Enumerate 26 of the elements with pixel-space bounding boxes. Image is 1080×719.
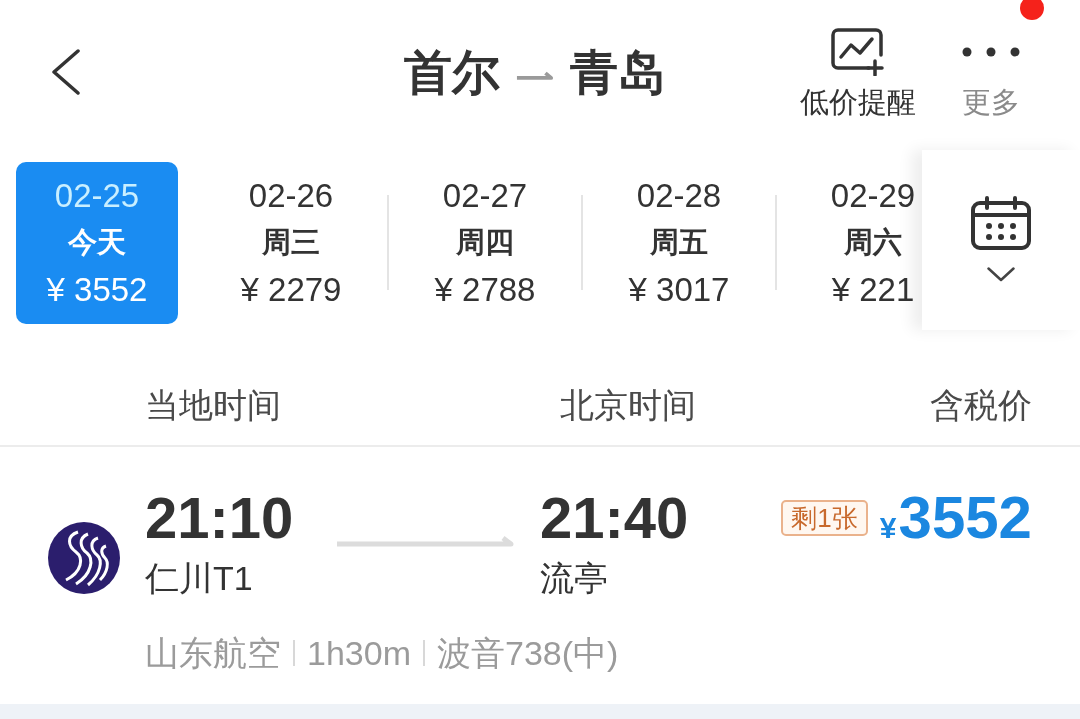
logo-icon	[48, 522, 120, 594]
back-button[interactable]	[50, 49, 80, 95]
flight-detail: 山东航空	[145, 633, 281, 673]
arrival-airport: 流亭	[540, 558, 608, 598]
date-tab[interactable]: 02-29 周六 ¥ 221	[792, 162, 922, 324]
departure-airport: 仁川T1	[145, 558, 253, 598]
date-tab[interactable]: 02-26 周三 ¥ 2279	[210, 162, 372, 324]
chevron-left-icon	[50, 49, 80, 95]
route-destination: 青岛	[570, 45, 666, 101]
price-alert-button[interactable]: 低价提醒	[800, 28, 916, 120]
tickets-left-tag: 剩1张	[781, 500, 868, 536]
date-tab[interactable]: 02-28 周五 ¥ 3017	[598, 162, 760, 324]
chart-plus-icon	[831, 28, 885, 76]
arrival-time: 21:40	[540, 489, 689, 547]
departure-time: 21:10	[145, 489, 294, 547]
flight-detail: 波音738(中)	[436, 633, 619, 673]
column-header: 北京时间	[560, 385, 696, 426]
chevron-down-icon	[987, 267, 1015, 282]
more-icon	[962, 47, 1020, 57]
date-tab[interactable]: 02-27 周四 ¥ 2788	[404, 162, 566, 324]
column-header: 当地时间	[145, 385, 282, 426]
calendar-icon	[971, 196, 1031, 250]
flight-detail: 1h30m	[307, 633, 411, 673]
route-origin: 首尔	[404, 45, 500, 101]
price-text: ¥3552	[879, 487, 1032, 549]
column-header: 含税价	[930, 385, 1032, 426]
